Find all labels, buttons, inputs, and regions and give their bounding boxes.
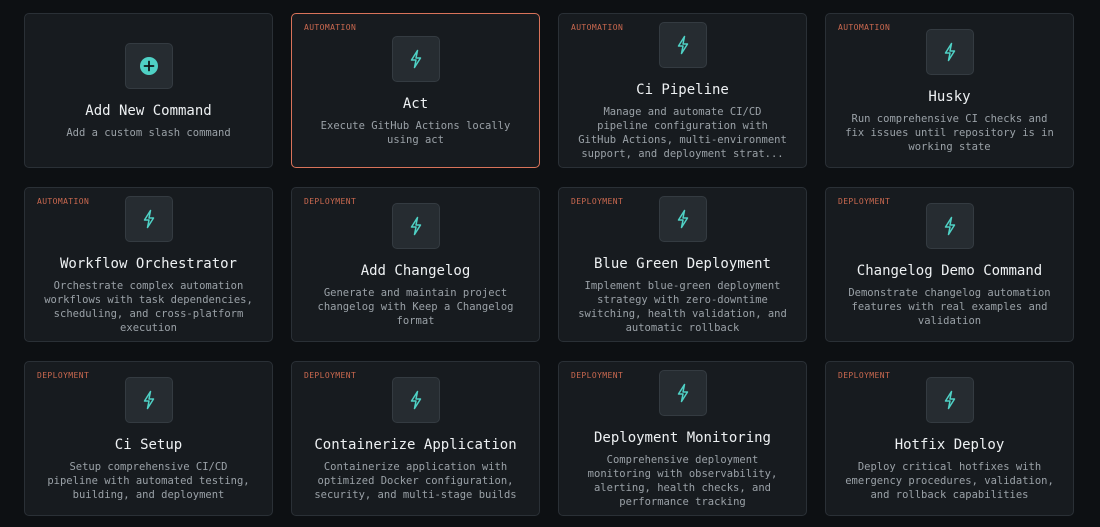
command-title: Act [402, 96, 429, 112]
command-description: Run comprehensive CI checks and fix issu… [845, 113, 1054, 153]
command-card-workflow-orchestrator[interactable]: AUTOMATION Workflow Orchestrator Orchest… [24, 187, 273, 342]
lightning-icon [391, 377, 440, 423]
command-title: Containerize Application [314, 437, 517, 453]
command-card-ci-pipeline[interactable]: AUTOMATION Ci Pipeline Manage and automa… [558, 13, 807, 168]
command-description: Implement blue-green deployment strategy… [578, 280, 787, 334]
category-tag: DEPLOYMENT [37, 371, 90, 380]
lightning-icon [925, 377, 974, 423]
lightning-icon [658, 370, 707, 416]
command-grid: Add New Command Add a custom slash comma… [24, 13, 1074, 516]
add-new-command-card[interactable]: Add New Command Add a custom slash comma… [24, 13, 273, 168]
category-tag: DEPLOYMENT [304, 197, 357, 206]
command-description: Deploy critical hotfixes with emergency … [845, 461, 1054, 501]
command-card-deployment-monitoring[interactable]: DEPLOYMENT Deployment Monitoring Compreh… [558, 361, 807, 516]
command-title: Ci Pipeline [636, 82, 729, 98]
command-title: Changelog Demo Command [856, 263, 1043, 279]
command-description: Execute GitHub Actions locally using act [320, 120, 511, 146]
lightning-icon [391, 36, 440, 82]
command-card-containerize-application[interactable]: DEPLOYMENT Containerize Application Cont… [291, 361, 540, 516]
command-description: Demonstrate changelog automation feature… [848, 287, 1051, 327]
command-title: Workflow Orchestrator [59, 256, 237, 272]
lightning-icon [658, 196, 707, 242]
category-tag: DEPLOYMENT [571, 197, 624, 206]
category-tag: DEPLOYMENT [838, 371, 891, 380]
lightning-icon [925, 29, 974, 75]
command-description: Generate and maintain project changelog … [317, 287, 514, 327]
command-description: Setup comprehensive CI/CD pipeline with … [47, 461, 250, 501]
command-card-husky[interactable]: AUTOMATION Husky Run comprehensive CI ch… [825, 13, 1074, 168]
command-description: Manage and automate CI/CD pipeline confi… [578, 106, 787, 160]
command-description: Add a custom slash command [66, 127, 231, 139]
command-card-hotfix-deploy[interactable]: DEPLOYMENT Hotfix Deploy Deploy critical… [825, 361, 1074, 516]
category-tag: AUTOMATION [304, 23, 357, 32]
lightning-icon [124, 196, 173, 242]
command-card-blue-green-deployment[interactable]: DEPLOYMENT Blue Green Deployment Impleme… [558, 187, 807, 342]
command-description: Orchestrate complex automation workflows… [44, 280, 253, 334]
category-tag: DEPLOYMENT [304, 371, 357, 380]
category-tag: AUTOMATION [571, 23, 624, 32]
command-title: Deployment Monitoring [593, 430, 771, 446]
plus-circle-icon [124, 43, 173, 89]
command-card-add-changelog[interactable]: DEPLOYMENT Add Changelog Generate and ma… [291, 187, 540, 342]
command-title: Blue Green Deployment [593, 256, 771, 272]
command-title: Husky [928, 89, 971, 105]
command-card-act[interactable]: AUTOMATION Act Execute GitHub Actions lo… [291, 13, 540, 168]
lightning-icon [658, 22, 707, 68]
lightning-icon [925, 203, 974, 249]
category-tag: AUTOMATION [37, 197, 90, 206]
command-description: Containerize application with optimized … [314, 461, 517, 501]
command-title: Add Changelog [360, 263, 471, 279]
command-card-ci-setup[interactable]: DEPLOYMENT Ci Setup Setup comprehensive … [24, 361, 273, 516]
command-card-changelog-demo-command[interactable]: DEPLOYMENT Changelog Demo Command Demons… [825, 187, 1074, 342]
category-tag: DEPLOYMENT [838, 197, 891, 206]
lightning-icon [391, 203, 440, 249]
category-tag: DEPLOYMENT [571, 371, 624, 380]
command-title: Add New Command [85, 103, 212, 119]
category-tag: AUTOMATION [838, 23, 891, 32]
lightning-icon [124, 377, 173, 423]
command-title: Hotfix Deploy [894, 437, 1005, 453]
command-description: Comprehensive deployment monitoring with… [587, 454, 778, 508]
command-title: Ci Setup [114, 437, 183, 453]
